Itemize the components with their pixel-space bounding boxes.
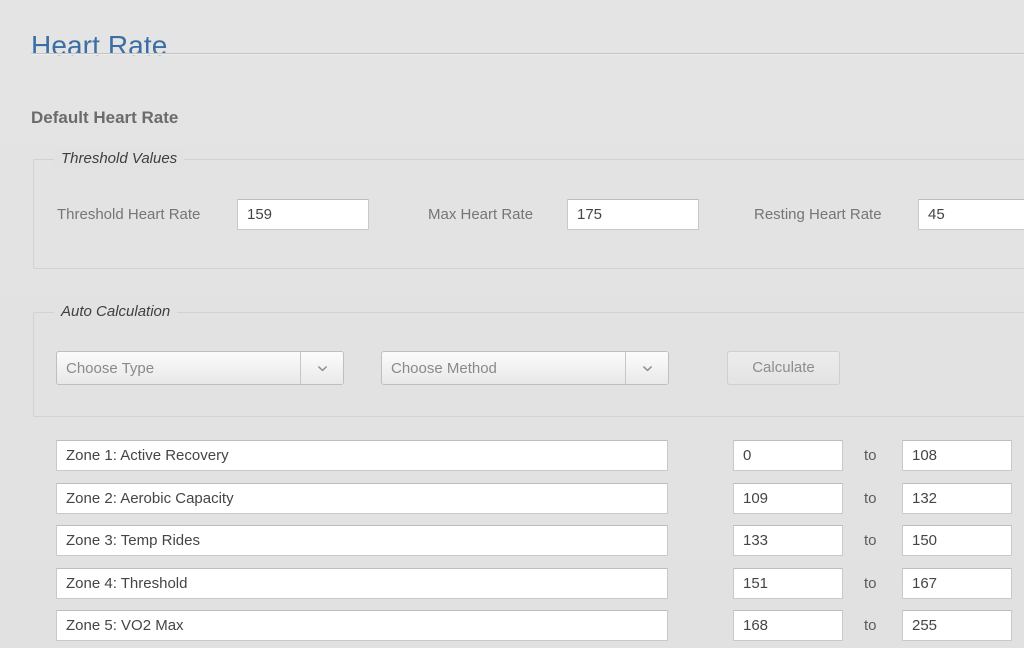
zone-max-input[interactable] — [902, 440, 1012, 471]
zone-name-input[interactable] — [56, 440, 668, 471]
choose-method-dropdown-button[interactable] — [625, 352, 668, 384]
zone-range-separator-label: to — [864, 447, 877, 464]
zone-max-input[interactable] — [902, 567, 1012, 599]
zone-name-input[interactable] — [56, 482, 668, 514]
threshold-heart-rate-label: Threshold Heart Rate — [57, 206, 201, 223]
resting-heart-rate-label: Resting Heart Rate — [754, 206, 882, 223]
zone-min-input[interactable] — [733, 482, 843, 514]
zone-range-separator-label: to — [864, 617, 877, 634]
zone-min-input[interactable] — [733, 610, 843, 641]
threshold-heart-rate-input[interactable] — [237, 199, 369, 230]
zone-min-input[interactable] — [733, 440, 843, 471]
threshold-values-legend: Threshold Values — [54, 150, 185, 168]
choose-type-dropdown-button[interactable] — [300, 352, 343, 384]
choose-method-select[interactable]: Choose Method — [381, 351, 669, 385]
choose-type-value: Choose Type — [66, 359, 155, 377]
zone-row: to — [0, 482, 1024, 526]
auto-calculation-legend: Auto Calculation — [54, 303, 178, 321]
zone-name-input[interactable] — [56, 610, 668, 641]
zone-name-input[interactable] — [56, 525, 668, 556]
choose-method-value: Choose Method — [391, 359, 497, 377]
max-heart-rate-input[interactable] — [567, 199, 699, 230]
zone-max-input[interactable] — [902, 525, 1012, 556]
zone-row: to — [0, 525, 1024, 568]
choose-type-select[interactable]: Choose Type — [56, 351, 344, 385]
zone-max-input[interactable] — [902, 482, 1012, 514]
resting-heart-rate-input[interactable] — [918, 199, 1024, 230]
zone-range-separator-label: to — [864, 532, 877, 549]
zone-range-separator-label: to — [864, 489, 877, 507]
threshold-values-fieldset: Threshold Values Threshold Heart Rate Ma… — [33, 150, 1024, 269]
heart-rate-zone-list: to to to to to — [0, 440, 1024, 648]
chevron-down-icon — [642, 365, 652, 371]
heart-rate-settings-page: Heart Rate Default Heart Rate Threshold … — [0, 0, 1024, 648]
zone-row: to — [0, 440, 1024, 483]
zone-row: to — [0, 610, 1024, 648]
title-divider — [31, 53, 1024, 54]
zone-row: to — [0, 567, 1024, 611]
zone-range-separator-label: to — [864, 574, 877, 592]
page-title: Heart Rate — [31, 29, 168, 61]
zone-name-input[interactable] — [56, 567, 668, 599]
auto-calculation-fieldset: Auto Calculation Choose Type Choose Meth… — [33, 303, 1024, 417]
zone-min-input[interactable] — [733, 567, 843, 599]
chevron-down-icon — [317, 365, 327, 371]
zone-max-input[interactable] — [902, 610, 1012, 641]
section-heading-default-heart-rate: Default Heart Rate — [31, 108, 179, 128]
calculate-button[interactable]: Calculate — [727, 351, 840, 385]
max-heart-rate-label: Max Heart Rate — [428, 206, 534, 223]
zone-min-input[interactable] — [733, 525, 843, 556]
